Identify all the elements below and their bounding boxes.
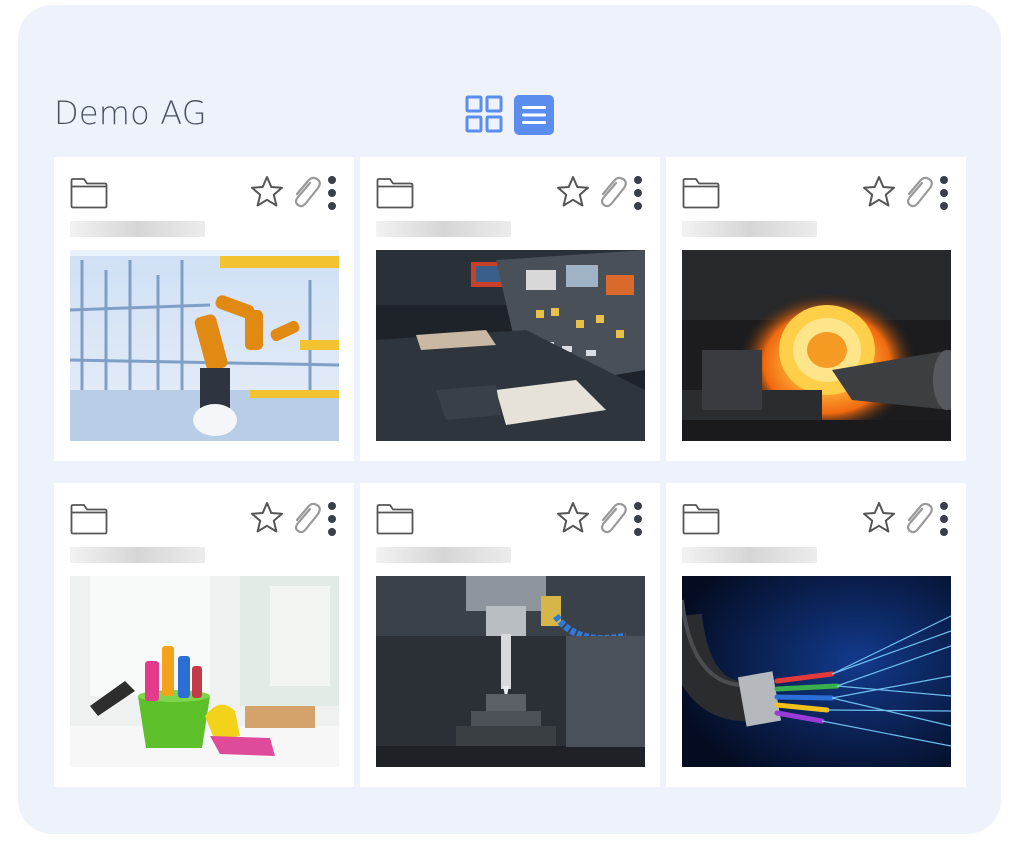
card-name-placeholder [70, 547, 205, 563]
more-options-icon[interactable] [938, 501, 950, 537]
control-panel-photo [376, 250, 645, 441]
card-thumbnail[interactable] [376, 250, 645, 441]
star-icon[interactable] [862, 501, 896, 535]
card-thumbnail[interactable] [682, 576, 951, 767]
grid-view-button[interactable] [465, 95, 503, 133]
star-icon[interactable] [250, 501, 284, 535]
more-options-icon[interactable] [632, 175, 644, 211]
card-name-placeholder [376, 547, 511, 563]
folder-card[interactable] [666, 483, 966, 787]
star-icon[interactable] [556, 175, 590, 209]
robotic-assembly-line-photo [70, 250, 339, 441]
folder-card[interactable] [54, 483, 354, 787]
folder-icon [682, 178, 720, 209]
card-thumbnail[interactable] [376, 576, 645, 767]
paperclip-icon[interactable] [290, 175, 322, 209]
more-options-icon[interactable] [632, 501, 644, 537]
folder-card[interactable] [666, 157, 966, 461]
page-title: Demo AG [54, 94, 207, 132]
paperclip-icon[interactable] [902, 501, 934, 535]
star-icon[interactable] [250, 175, 284, 209]
paperclip-icon[interactable] [596, 175, 628, 209]
folder-icon [376, 504, 414, 535]
card-name-placeholder [682, 547, 817, 563]
paperclip-icon[interactable] [596, 501, 628, 535]
paperclip-icon[interactable] [902, 175, 934, 209]
list-view-button[interactable] [514, 95, 554, 135]
hot-steel-coil-photo [682, 250, 951, 441]
card-name-placeholder [70, 221, 205, 237]
folder-icon [682, 504, 720, 535]
list-view-icon [522, 106, 546, 124]
star-icon[interactable] [862, 175, 896, 209]
folder-card[interactable] [54, 157, 354, 461]
card-thumbnail[interactable] [70, 576, 339, 767]
card-thumbnail[interactable] [70, 250, 339, 441]
folder-icon [70, 504, 108, 535]
folder-icon [376, 178, 414, 209]
card-thumbnail[interactable] [682, 250, 951, 441]
more-options-icon[interactable] [938, 175, 950, 211]
fiber-optic-cable-photo [682, 576, 951, 767]
card-name-placeholder [376, 221, 511, 237]
folder-icon [70, 178, 108, 209]
more-options-icon[interactable] [326, 175, 338, 211]
cnc-milling-machine-photo [376, 576, 645, 767]
cleaning-supplies-photo [70, 576, 339, 767]
grid-view-icon [465, 95, 503, 133]
folder-card[interactable] [360, 157, 660, 461]
star-icon[interactable] [556, 501, 590, 535]
paperclip-icon[interactable] [290, 501, 322, 535]
more-options-icon[interactable] [326, 501, 338, 537]
card-name-placeholder [682, 221, 817, 237]
folder-card[interactable] [360, 483, 660, 787]
